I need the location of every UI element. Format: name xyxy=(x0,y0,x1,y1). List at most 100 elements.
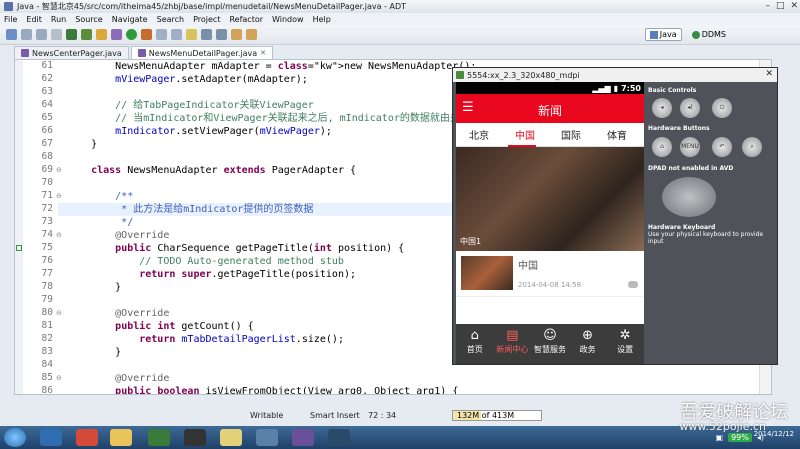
nav-government[interactable]: ⊕ 政务 xyxy=(569,324,607,364)
save-icon[interactable] xyxy=(21,29,32,40)
prev-annotation-icon[interactable] xyxy=(216,29,227,40)
heap-status[interactable]: 132M of 413M xyxy=(452,410,542,421)
line-number: 78 xyxy=(41,281,53,292)
tab-international[interactable]: 国际 xyxy=(548,127,594,142)
phone-screen[interactable]: ▂▄▆ ▮ 7:50 ☰ 新闻 北京 中国 国际 体育 中国1 中国 2014-… xyxy=(456,82,644,364)
dpad[interactable] xyxy=(662,177,716,217)
maximize-icon[interactable]: □ xyxy=(776,1,785,11)
emulator-task-icon[interactable] xyxy=(328,429,350,446)
lint-icon[interactable] xyxy=(96,29,107,40)
new-class-icon[interactable] xyxy=(156,29,167,40)
menu-button[interactable]: MENU xyxy=(680,137,700,157)
code-line[interactable]: } xyxy=(67,138,97,151)
menu-refactor[interactable]: Refactor xyxy=(229,15,263,24)
code-line[interactable]: NewsMenuAdapter mAdapter = class="kw">ne… xyxy=(67,60,476,73)
home-button-icon[interactable]: ⌂ xyxy=(652,137,672,157)
code-line[interactable]: } xyxy=(67,346,121,359)
volume-down-icon[interactable]: ◂ xyxy=(652,98,672,118)
tab-china[interactable]: 中国 xyxy=(502,127,548,142)
code-line[interactable]: * 此方法是给mIndicator提供的页签数据 xyxy=(67,203,313,216)
forward-icon[interactable] xyxy=(246,29,257,40)
code-line[interactable]: } xyxy=(67,281,121,294)
new-icon[interactable] xyxy=(6,29,17,40)
menu-search[interactable]: Search xyxy=(157,15,184,24)
menu-window[interactable]: Window xyxy=(272,15,304,24)
app-icon[interactable] xyxy=(256,429,278,446)
code-line[interactable]: public boolean isViewFromObject(View arg… xyxy=(67,385,458,394)
code-line[interactable]: mViewPager.setAdapter(mAdapter); xyxy=(67,73,308,86)
android-sdk-icon[interactable] xyxy=(66,29,77,40)
dpad-label: DPAD not enabled in AVD xyxy=(648,165,734,172)
menu-project[interactable]: Project xyxy=(193,15,220,24)
code-line[interactable]: // 当mIndicator和ViewPager关联起来之后, mIndicat… xyxy=(67,112,496,125)
fold-toggle-icon[interactable]: ⊖ xyxy=(56,231,62,239)
code-line[interactable]: return super.getPageTitle(position); xyxy=(67,268,356,281)
open-type-icon[interactable] xyxy=(171,29,182,40)
code-line[interactable]: mIndicator.setViewPager(mViewPager); xyxy=(67,125,332,138)
back-button-icon[interactable]: ↶ xyxy=(712,137,732,157)
minimize-icon[interactable]: – xyxy=(765,1,770,11)
code-line[interactable]: // 给TabPageIndicator关联ViewPager xyxy=(67,99,314,112)
globe-icon: ⊕ xyxy=(582,328,594,343)
fold-toggle-icon[interactable]: ⊖ xyxy=(56,166,62,174)
network-icon[interactable]: ▣ xyxy=(716,433,724,442)
menu-run[interactable]: Run xyxy=(51,15,66,24)
nav-smart-service[interactable]: ☺ 智慧服务 xyxy=(531,324,569,364)
close-tab-icon[interactable]: ✕ xyxy=(260,49,266,57)
print-icon[interactable] xyxy=(51,29,62,40)
close-icon[interactable]: ✕ xyxy=(790,1,798,11)
emulator-close-icon[interactable]: ✕ xyxy=(765,69,773,79)
code-line[interactable]: @Override xyxy=(67,229,169,242)
start-button-icon[interactable] xyxy=(4,428,26,447)
fold-toggle-icon[interactable]: ⊖ xyxy=(56,192,62,200)
tab-beijing[interactable]: 北京 xyxy=(456,127,502,142)
top-news-image[interactable]: 中国1 xyxy=(456,147,644,251)
nav-settings[interactable]: ✲ 设置 xyxy=(606,324,644,364)
menu-source[interactable]: Source xyxy=(75,15,102,24)
debug-icon[interactable] xyxy=(111,29,122,40)
ie-icon[interactable] xyxy=(40,429,62,446)
code-line[interactable]: /** xyxy=(67,190,133,203)
tab-sports[interactable]: 体育 xyxy=(594,127,640,142)
menu-file[interactable]: File xyxy=(4,15,17,24)
code-app-icon[interactable] xyxy=(148,429,170,446)
menu-help[interactable]: Help xyxy=(313,15,331,24)
java-perspective-button[interactable]: Java xyxy=(644,28,682,41)
back-icon[interactable] xyxy=(231,29,242,40)
code-line[interactable]: @Override xyxy=(67,307,169,320)
fold-toggle-icon[interactable]: ⊖ xyxy=(56,374,62,382)
avd-manager-icon[interactable] xyxy=(81,29,92,40)
save-all-icon[interactable] xyxy=(36,29,47,40)
code-line[interactable]: */ xyxy=(67,216,133,229)
volume-up-icon[interactable]: ◂) xyxy=(680,98,700,118)
code-line[interactable]: @Override xyxy=(67,372,169,385)
explorer-icon[interactable] xyxy=(110,429,132,446)
media-icon[interactable] xyxy=(184,429,206,446)
next-annotation-icon[interactable] xyxy=(201,29,212,40)
search-button-icon[interactable]: ⌕ xyxy=(742,137,762,157)
override-marker-icon[interactable] xyxy=(16,245,22,251)
tab-news-menu-detail-pager[interactable]: NewsMenuDetailPager.java ✕ xyxy=(130,46,274,59)
battery-status[interactable]: 99% xyxy=(728,433,752,442)
eclipse-icon[interactable] xyxy=(292,429,314,446)
chrome-icon[interactable] xyxy=(76,429,98,446)
menu-edit[interactable]: Edit xyxy=(26,15,42,24)
tab-news-center-pager[interactable]: NewsCenterPager.java xyxy=(14,46,129,59)
menu-navigate[interactable]: Navigate xyxy=(112,15,148,24)
code-line[interactable]: public int getCount() { xyxy=(67,320,254,333)
code-line[interactable]: class NewsMenuAdapter extends PagerAdapt… xyxy=(67,164,356,177)
ddms-perspective-button[interactable]: DDMS xyxy=(688,29,730,40)
fold-toggle-icon[interactable]: ⊖ xyxy=(56,309,62,317)
search-icon[interactable] xyxy=(186,29,197,40)
nav-news-center[interactable]: ▤ 新闻中心 xyxy=(494,324,532,364)
smile-icon: ☺ xyxy=(543,328,557,343)
app-icon[interactable] xyxy=(220,429,242,446)
nav-home[interactable]: ⌂ 首页 xyxy=(456,324,494,364)
code-line[interactable]: return mTabDetailPagerList.size(); xyxy=(67,333,344,346)
list-item[interactable]: 中国 2014-04-08 14:58 xyxy=(456,251,644,297)
power-icon[interactable]: ⏻ xyxy=(712,98,732,118)
code-line[interactable]: // TODO Auto-generated method stub xyxy=(67,255,344,268)
run-icon[interactable] xyxy=(126,29,137,40)
code-line[interactable]: public CharSequence getPageTitle(int pos… xyxy=(67,242,404,255)
external-tools-icon[interactable] xyxy=(141,29,152,40)
